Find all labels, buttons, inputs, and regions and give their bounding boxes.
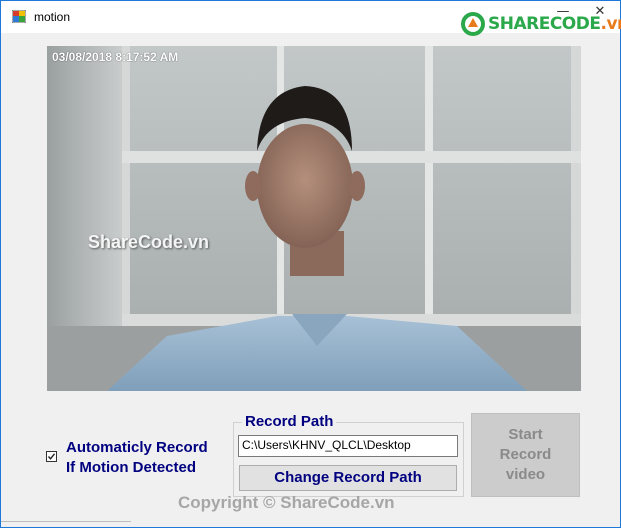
camera-timestamp: 03/08/2018 8:17:52 AM bbox=[52, 50, 179, 64]
record-path-group-title: Record Path bbox=[242, 413, 337, 430]
minimize-button[interactable]: — bbox=[556, 5, 570, 19]
motion-window: motion SHARECODE.vn — ✕ bbox=[0, 0, 621, 528]
window-title: motion bbox=[34, 10, 71, 24]
change-record-path-button[interactable]: Change Record Path bbox=[239, 465, 457, 491]
start-record-video-button[interactable]: Start Record video bbox=[471, 413, 580, 497]
bottom-divider bbox=[1, 521, 131, 522]
start-button-line1: Start bbox=[508, 426, 543, 443]
auto-record-checkbox[interactable] bbox=[46, 451, 57, 462]
sharecode-logo-icon bbox=[461, 12, 485, 36]
copyright-watermark: Copyright © ShareCode.vn bbox=[178, 493, 395, 512]
camera-preview: 03/08/2018 8:17:52 AM ShareCode.vn bbox=[47, 46, 581, 391]
auto-record-label[interactable]: Automaticly Record If Motion Detected bbox=[66, 438, 208, 478]
camera-watermark: ShareCode.vn bbox=[88, 232, 210, 252]
camera-frame-image bbox=[47, 46, 581, 391]
close-button[interactable]: ✕ bbox=[593, 5, 607, 19]
start-button-line2: Record bbox=[499, 446, 552, 463]
start-button-line3: video bbox=[505, 466, 546, 483]
auto-record-label-line2: If Motion Detected bbox=[66, 459, 196, 476]
auto-record-label-line1: Automaticly Record bbox=[66, 439, 208, 456]
record-path-input[interactable]: C:\Users\KHNV_QLCL\Desktop bbox=[238, 435, 458, 457]
brand-text-part1: SHARECODE bbox=[488, 14, 601, 34]
checkmark-icon bbox=[47, 453, 56, 460]
app-icon bbox=[11, 9, 27, 24]
auto-record-option[interactable]: Automaticly Record If Motion Detected bbox=[46, 438, 208, 478]
title-bar[interactable]: motion SHARECODE.vn — ✕ bbox=[1, 1, 621, 36]
